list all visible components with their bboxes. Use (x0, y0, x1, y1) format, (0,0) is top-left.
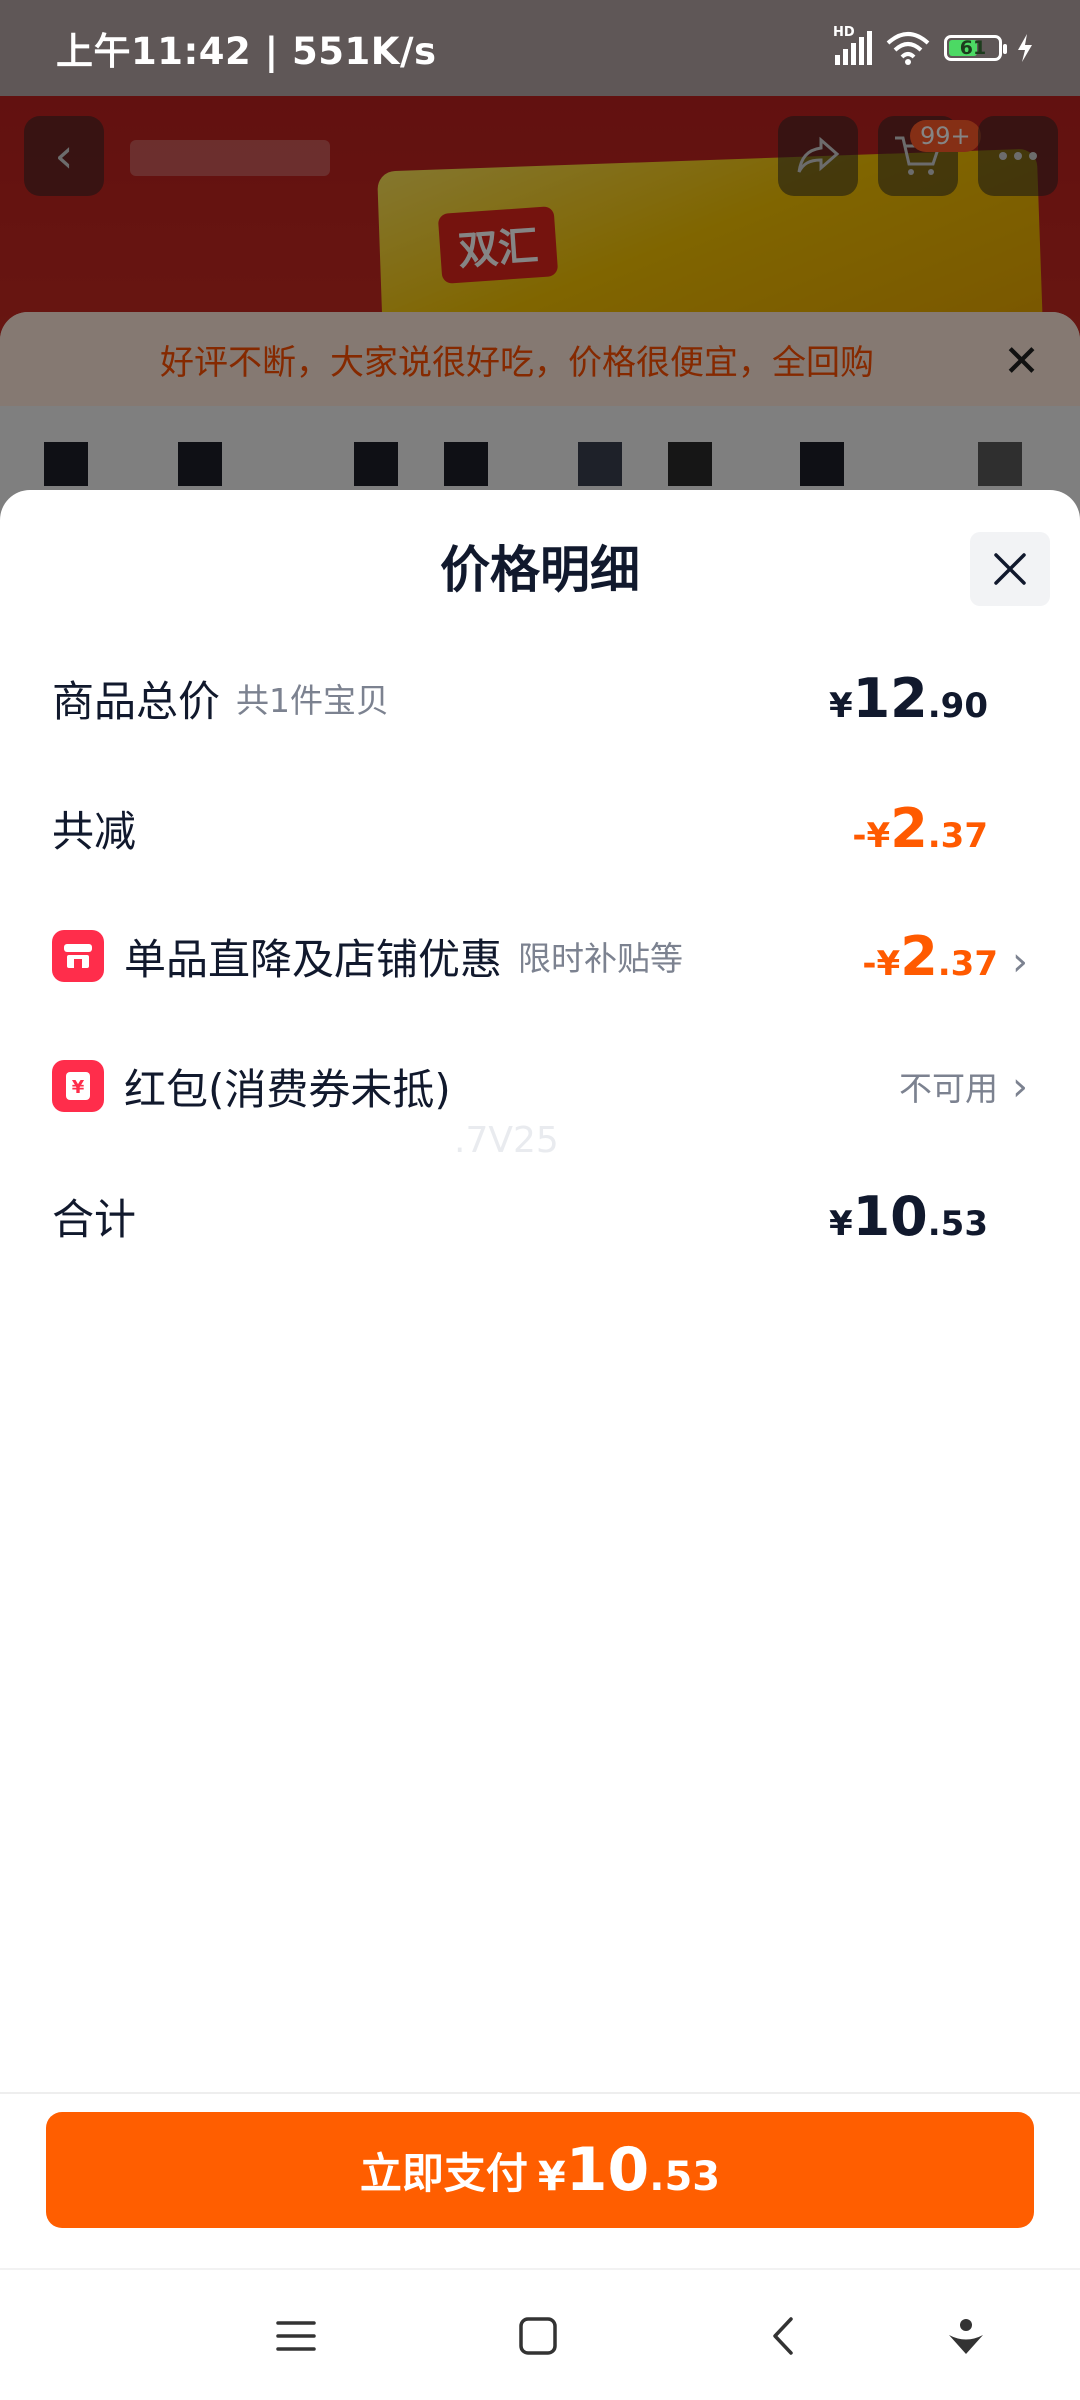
system-navigation-bar (0, 2270, 1080, 2400)
price-integer: 10 (852, 1184, 928, 1248)
network-type-label: HD (833, 25, 855, 40)
red-packet-icon: ¥ (52, 1060, 104, 1112)
row-label: 合计 (52, 1194, 137, 1244)
currency-symbol: -¥ (862, 943, 901, 984)
sum-row: 合计 ¥ 10 .53 (52, 1176, 1028, 1256)
bottom-divider (0, 2092, 1080, 2094)
price-decimal: .37 (937, 943, 998, 984)
currency-symbol: ¥ (828, 1203, 853, 1244)
pay-button-label: 立即支付 (359, 2148, 528, 2198)
sum-amount: ¥ 10 .53 (829, 1185, 988, 1248)
chevron-right-icon: › (1012, 938, 1028, 985)
close-icon (994, 553, 1026, 585)
reduction-amount: -¥ 2 .37 (852, 797, 988, 860)
price-integer: 12 (852, 666, 928, 730)
item-count: 共1件宝贝 (236, 681, 390, 720)
total-reduction-row: 共减 -¥ 2 .37 (52, 788, 1028, 868)
pay-now-button[interactable]: 立即支付 ¥ 10 .53 (46, 2112, 1034, 2228)
chevron-right-icon: › (1012, 1064, 1028, 1110)
price-integer: 2 (900, 924, 938, 988)
price-decimal: .53 (649, 2154, 721, 2200)
sheet-title: 价格明细 (440, 541, 640, 599)
total-price-row: 商品总价 共1件宝贝 ¥ 12 .90 (52, 658, 1028, 738)
price-decimal: .37 (927, 815, 988, 856)
charging-icon (1018, 34, 1032, 62)
price-decimal: .53 (927, 1203, 988, 1244)
wifi-icon (886, 32, 930, 65)
back-nav-icon[interactable] (754, 2306, 814, 2366)
store-discount-row[interactable]: 单品直降及店铺优惠 限时补贴等 -¥ 2 .37 › (52, 916, 1028, 996)
close-button[interactable] (970, 532, 1050, 606)
red-packet-status: 不可用 (899, 1069, 998, 1108)
pay-amount: ¥ 10 .53 (538, 2135, 720, 2205)
discount-note: 限时补贴等 (518, 939, 684, 978)
status-bar: 上午11:42 | 551K/s HD 61 (0, 0, 1080, 96)
currency-symbol: -¥ (852, 815, 891, 856)
red-packet-row[interactable]: ¥ 红包(消费券未抵) 不可用 › (52, 1046, 1028, 1126)
price-decimal: .90 (927, 685, 988, 726)
currency-symbol: ¥ (828, 685, 853, 726)
watermark: .7V25 (454, 1120, 559, 1161)
store-icon (52, 930, 104, 982)
status-time-speed: 上午11:42 | 551K/s (56, 30, 437, 73)
discount-amount: -¥ 2 .37 (862, 925, 998, 988)
row-label: 共减 (52, 806, 137, 856)
cellular-signal-icon: HD (833, 25, 872, 65)
total-price: ¥ 12 .90 (829, 667, 988, 730)
price-integer: 10 (565, 2135, 650, 2205)
price-integer: 2 (890, 796, 928, 860)
assistant-icon[interactable] (936, 2306, 996, 2366)
currency-symbol: ¥ (537, 2154, 566, 2200)
menu-icon[interactable] (266, 2306, 326, 2366)
battery-icon: 61 (944, 35, 1007, 61)
row-label: 单品直降及店铺优惠 (124, 934, 503, 984)
row-label: 红包(消费券未抵) (124, 1064, 451, 1114)
row-label: 商品总价 (52, 676, 221, 726)
home-icon[interactable] (508, 2306, 568, 2366)
svg-text:¥: ¥ (72, 1077, 85, 1098)
battery-percent: 61 (959, 37, 987, 59)
